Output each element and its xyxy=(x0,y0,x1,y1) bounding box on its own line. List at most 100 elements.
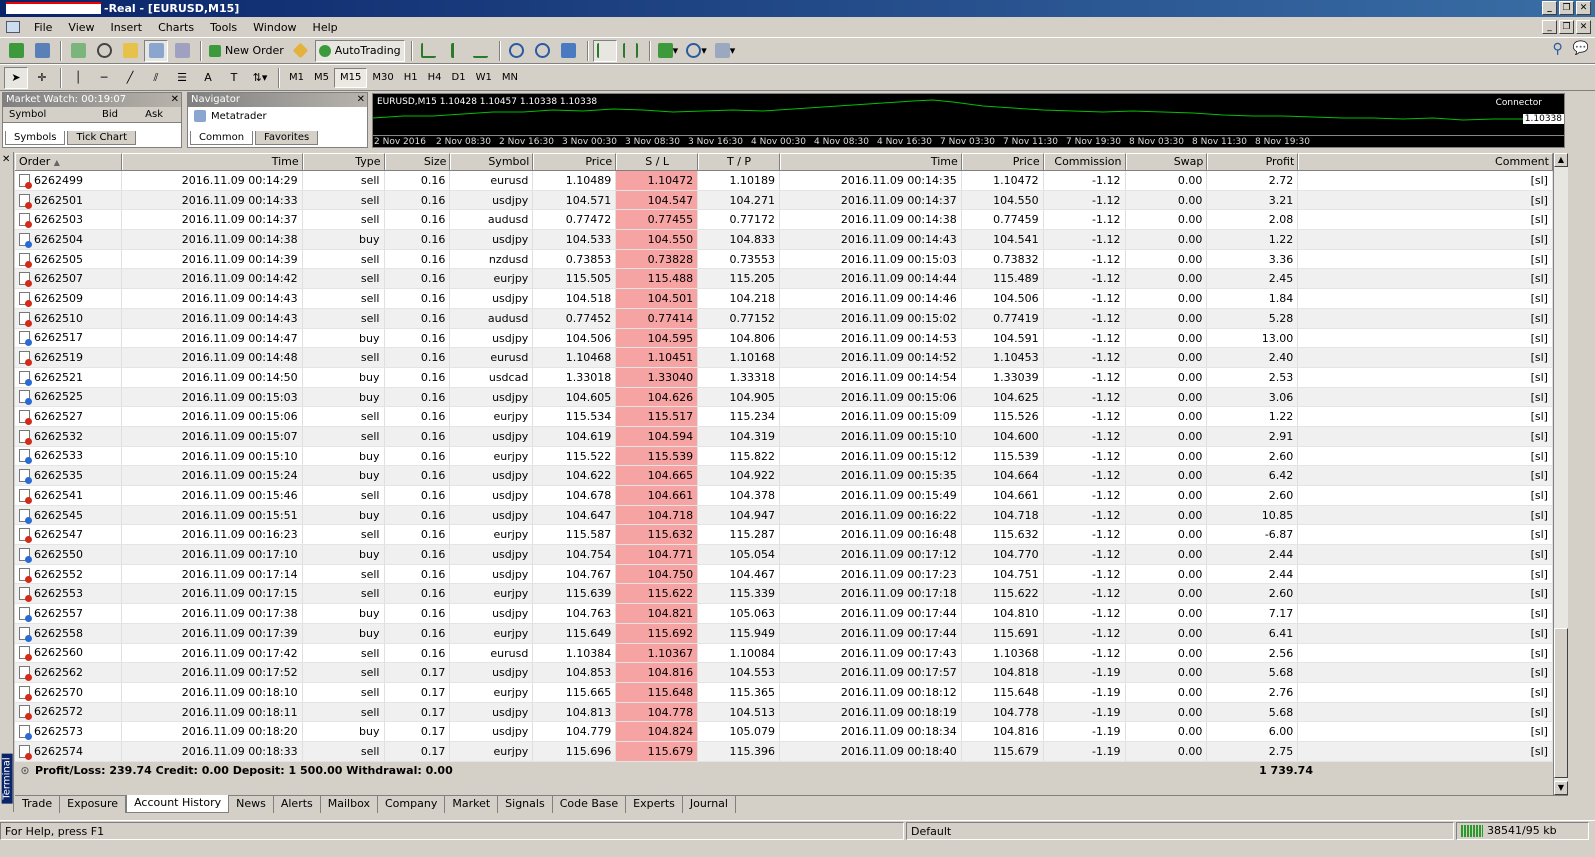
arrows-icon[interactable]: ⇅▾ xyxy=(248,67,272,89)
tab-alerts[interactable]: Alerts xyxy=(274,796,321,813)
menu-insert[interactable]: Insert xyxy=(103,21,151,34)
tf-m15[interactable]: M15 xyxy=(334,67,368,88)
col-open-price[interactable]: Price xyxy=(533,153,617,170)
tab-market[interactable]: Market xyxy=(445,796,499,813)
zoom-in-icon[interactable] xyxy=(505,40,529,62)
tab-company[interactable]: Company xyxy=(378,796,446,813)
col-comment[interactable]: Comment xyxy=(1298,153,1553,170)
col-symbol[interactable]: Symbol xyxy=(3,107,63,122)
tester-icon[interactable] xyxy=(170,40,194,62)
table-row[interactable]: 6262572 2016.11.09 00:18:11 sell 0.17 usdjpy… xyxy=(15,702,1553,723)
app-icon[interactable] xyxy=(6,21,20,33)
chart-shift-icon[interactable] xyxy=(619,40,643,62)
table-row[interactable]: 6262525 2016.11.09 00:15:03 buy 0.16 usdjpy 1… xyxy=(15,387,1553,408)
restore-button[interactable]: ❐ xyxy=(1559,1,1574,15)
tab-journal[interactable]: Journal xyxy=(683,796,736,813)
search-icon[interactable]: ⚲ xyxy=(1553,41,1563,57)
scroll-up-icon[interactable]: ▲ xyxy=(1554,153,1568,167)
line-chart-icon[interactable] xyxy=(469,40,493,62)
table-row[interactable]: 6262541 2016.11.09 00:15:46 sell 0.16 usdjpy… xyxy=(15,486,1553,506)
tab-exposure[interactable]: Exposure xyxy=(60,796,127,813)
table-row[interactable]: 6262558 2016.11.09 00:17:39 buy 0.16 eurjpy 1… xyxy=(15,623,1553,644)
tf-m1[interactable]: M1 xyxy=(284,68,309,88)
tf-mn[interactable]: MN xyxy=(497,68,523,88)
price-chart[interactable]: EURUSD,M15 1.10428 1.10457 1.10338 1.103… xyxy=(372,93,1565,148)
new-order-button[interactable]: New Order xyxy=(206,40,287,62)
table-row[interactable]: 6262527 2016.11.09 00:15:06 sell 0.16 eurjpy… xyxy=(15,407,1553,427)
tab-favorites[interactable]: Favorites xyxy=(255,131,319,145)
vertical-scrollbar[interactable]: ▲ ▼ xyxy=(1553,153,1568,795)
close-icon[interactable]: ✕ xyxy=(357,93,365,107)
text-icon[interactable]: A xyxy=(196,67,220,89)
table-row[interactable]: 6262499 2016.11.09 00:14:29 sell 0.16 eurusd… xyxy=(15,171,1553,191)
table-row[interactable]: 6262570 2016.11.09 00:18:10 sell 0.17 eurjpy… xyxy=(15,682,1553,703)
col-sl[interactable]: S / L xyxy=(616,153,699,170)
tile-windows-icon[interactable] xyxy=(557,40,581,62)
profiles-icon[interactable] xyxy=(30,40,54,62)
menu-tools[interactable]: Tools xyxy=(202,21,245,34)
minimize-button[interactable]: _ xyxy=(1542,1,1557,15)
scroll-thumb[interactable] xyxy=(1554,628,1568,778)
col-open-time[interactable]: Time xyxy=(121,153,303,170)
table-row[interactable]: 6262503 2016.11.09 00:14:37 sell 0.16 audusd… xyxy=(15,210,1553,231)
fibonacci-icon[interactable]: ☰ xyxy=(170,67,194,89)
tab-code-base[interactable]: Code Base xyxy=(553,796,627,813)
col-type[interactable]: Type xyxy=(302,153,385,170)
table-row[interactable]: 6262533 2016.11.09 00:15:10 buy 0.16 eurjpy 1… xyxy=(15,446,1553,467)
templates-icon[interactable]: ▾ xyxy=(712,40,739,62)
tab-symbols[interactable]: Symbols xyxy=(5,131,66,145)
zoom-out-icon[interactable] xyxy=(531,40,555,62)
tab-trade[interactable]: Trade xyxy=(15,796,61,813)
child-restore-button[interactable]: ❐ xyxy=(1559,20,1574,34)
col-symbol[interactable]: Symbol xyxy=(450,153,534,170)
col-bid[interactable]: Bid xyxy=(63,107,118,122)
table-row[interactable]: 6262557 2016.11.09 00:17:38 buy 0.16 usdjpy 1… xyxy=(15,604,1553,624)
equidistant-channel-icon[interactable]: ⫽ xyxy=(144,67,168,89)
tab-signals[interactable]: Signals xyxy=(498,796,553,813)
table-row[interactable]: 6262573 2016.11.09 00:18:20 buy 0.17 usdjpy 1… xyxy=(15,722,1553,742)
terminal-icon[interactable] xyxy=(144,39,168,62)
tf-m5[interactable]: M5 xyxy=(309,68,334,88)
col-tp[interactable]: T / P xyxy=(698,153,780,170)
tab-account-history[interactable]: Account History xyxy=(126,795,230,813)
child-minimize-button[interactable]: _ xyxy=(1542,20,1557,34)
table-row[interactable]: 6262553 2016.11.09 00:17:15 sell 0.16 eurjpy… xyxy=(15,584,1553,605)
indicators-icon[interactable]: ▾ xyxy=(655,40,682,62)
auto-scroll-icon[interactable] xyxy=(592,39,617,62)
table-row[interactable]: 6262521 2016.11.09 00:14:50 buy 0.16 usdcad 1… xyxy=(15,367,1553,388)
cursor-icon[interactable]: ➤ xyxy=(4,66,28,89)
autotrading-button[interactable]: AutoTrading xyxy=(314,39,405,62)
col-swap[interactable]: Swap xyxy=(1125,153,1208,170)
new-chart-icon[interactable] xyxy=(4,40,28,62)
col-profit[interactable]: Profit xyxy=(1207,153,1299,170)
close-icon[interactable]: ✕ xyxy=(171,93,179,107)
table-row[interactable]: 6262501 2016.11.09 00:14:33 sell 0.16 usdjpy… xyxy=(15,190,1553,211)
menu-file[interactable]: File xyxy=(26,21,60,34)
close-icon[interactable]: ✕ xyxy=(2,154,10,165)
candlestick-icon[interactable] xyxy=(443,40,467,62)
col-order[interactable]: Order ▲ xyxy=(15,153,122,170)
menu-charts[interactable]: Charts xyxy=(150,21,202,34)
menu-view[interactable]: View xyxy=(60,21,102,34)
metaeditor-icon[interactable] xyxy=(289,40,313,62)
col-close-time[interactable]: Time xyxy=(779,153,962,170)
table-row[interactable]: 6262535 2016.11.09 00:15:24 buy 0.16 usdjpy 1… xyxy=(15,466,1553,486)
text-label-icon[interactable]: T xyxy=(222,67,246,89)
table-row[interactable]: 6262517 2016.11.09 00:14:47 buy 0.16 usdjpy 1… xyxy=(15,328,1553,349)
market-watch-icon[interactable] xyxy=(66,40,90,62)
table-row[interactable]: 6262504 2016.11.09 00:14:38 buy 0.16 usdjpy 1… xyxy=(15,230,1553,250)
menu-help[interactable]: Help xyxy=(305,21,346,34)
tf-w1[interactable]: W1 xyxy=(471,68,497,88)
chat-icon[interactable]: 💬 xyxy=(1573,41,1589,57)
table-row[interactable]: 6262547 2016.11.09 00:16:23 sell 0.16 eurjpy… xyxy=(15,525,1553,546)
table-row[interactable]: 6262532 2016.11.09 00:15:07 sell 0.16 usdjpy… xyxy=(15,426,1553,447)
col-commission[interactable]: Commission xyxy=(1043,153,1126,170)
bar-chart-icon[interactable] xyxy=(417,40,441,62)
menu-window[interactable]: Window xyxy=(245,21,304,34)
tab-news[interactable]: News xyxy=(229,796,274,813)
crosshair-icon[interactable] xyxy=(92,40,116,62)
table-row[interactable]: 6262574 2016.11.09 00:18:33 sell 0.17 eurjpy… xyxy=(15,741,1553,762)
tab-mailbox[interactable]: Mailbox xyxy=(321,796,378,813)
table-row[interactable]: 6262510 2016.11.09 00:14:43 sell 0.16 audusd… xyxy=(15,308,1553,329)
tf-h4[interactable]: H4 xyxy=(423,68,447,88)
